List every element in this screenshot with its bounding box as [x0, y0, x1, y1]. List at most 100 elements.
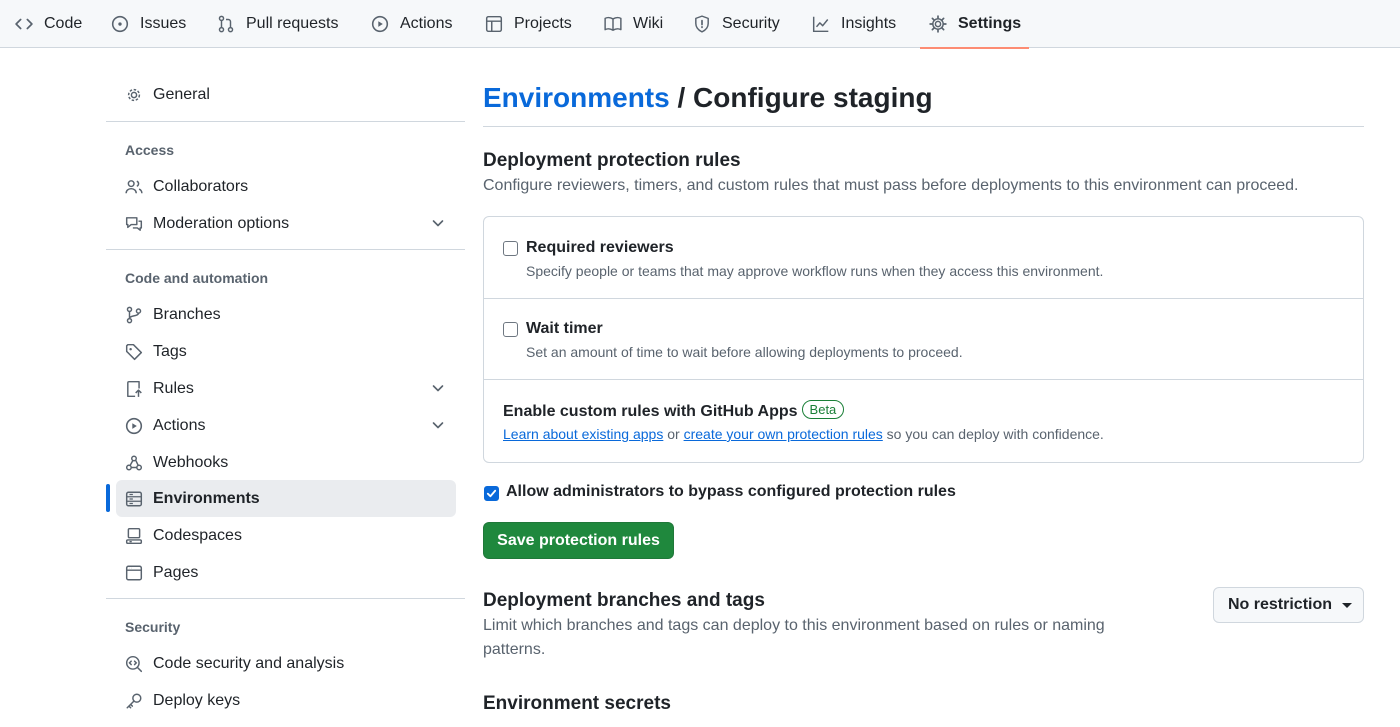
tab-wiki[interactable]: Wiki [603, 0, 663, 48]
tab-label: Actions [400, 15, 453, 32]
sidebar-item-deploy-keys[interactable]: Deploy keys [116, 682, 456, 719]
gear-icon [124, 85, 144, 105]
rule-description: Learn about existing apps or create your… [503, 426, 1104, 442]
tab-pull-requests[interactable]: Pull requests [216, 0, 339, 48]
create-protection-rules-link[interactable]: create your own protection rules [684, 426, 883, 442]
sidebar-item-actions[interactable]: Actions [116, 407, 456, 444]
comment-discussion-icon [124, 214, 144, 234]
sidebar-item-label: Webhooks [153, 453, 229, 471]
webhook-icon [124, 453, 144, 473]
key-icon [124, 691, 144, 711]
sidebar-item-label: Code security and analysis [153, 654, 345, 672]
beta-badge: Beta [801, 400, 845, 419]
tab-label: Code [44, 15, 83, 32]
tab-insights[interactable]: Insights [811, 0, 896, 48]
tab-actions[interactable]: Actions [370, 0, 452, 48]
description-suffix: so you can deploy with confidence. [882, 426, 1104, 442]
chevron-down-icon[interactable] [430, 417, 446, 433]
repo-tab-nav: Code Issues Pull requests Actions Projec… [0, 0, 1400, 49]
play-icon [370, 14, 390, 34]
rule-custom-github-apps: Enable custom rules with GitHub Apps Beta… [484, 380, 1363, 462]
protection-rules-description: Configure reviewers, timers, and custom … [483, 177, 1299, 194]
sidebar-item-branches[interactable]: Branches [116, 296, 456, 333]
graph-icon [811, 14, 831, 34]
sidebar-item-environments[interactable]: Environments [116, 480, 456, 517]
git-branch-icon [124, 305, 144, 325]
sidebar-item-tags[interactable]: Tags [116, 333, 456, 370]
tab-label: Settings [958, 15, 1022, 32]
server-icon [124, 489, 144, 509]
code-icon [14, 14, 34, 34]
deployment-branches-heading: Deployment branches and tags [483, 590, 765, 611]
sidebar-item-codespaces[interactable]: Codespaces [116, 517, 456, 554]
breadcrumb-environments-link[interactable]: Environments [483, 82, 670, 113]
tab-label: Pull requests [246, 15, 339, 32]
select-value: No restriction [1228, 596, 1333, 613]
caret-down-icon [1342, 602, 1353, 608]
codescan-icon [124, 654, 144, 674]
rule-title: Wait timer [526, 320, 603, 337]
tab-issues[interactable]: Issues [110, 0, 186, 48]
sidebar-item-label: Deploy keys [153, 691, 241, 709]
shield-icon [692, 14, 712, 34]
bypass-checkbox[interactable] [484, 486, 499, 501]
tab-label: Wiki [633, 15, 664, 32]
bypass-label[interactable]: Allow administrators to bypass configure… [506, 483, 956, 501]
protection-rules-box: Required reviewers Specify people or tea… [483, 216, 1364, 463]
tab-settings[interactable]: Settings [919, 0, 1030, 49]
page-title: Environments / Configure staging [483, 82, 933, 114]
tab-label: Security [722, 15, 780, 32]
chevron-down-icon[interactable] [430, 215, 446, 231]
table-icon [484, 14, 504, 34]
sidebar-item-label: Branches [153, 305, 221, 323]
custom-rules-title: Enable custom rules with GitHub Apps [503, 403, 798, 420]
gear-icon [928, 14, 948, 34]
tab-label: Insights [841, 15, 897, 32]
selected-indicator [106, 484, 110, 512]
sidebar-item-label: Tags [153, 342, 187, 360]
rule-title: Enable custom rules with GitHub Apps Beta [503, 400, 845, 421]
environment-secrets-heading: Environment secrets [483, 693, 671, 714]
sidebar-item-webhooks[interactable]: Webhooks [116, 444, 456, 481]
repo-push-icon [124, 379, 144, 399]
rule-description: Set an amount of time to wait before all… [526, 344, 963, 360]
tab-code[interactable]: Code [14, 0, 82, 48]
sidebar-item-pages[interactable]: Pages [116, 554, 456, 591]
protection-rules-heading: Deployment protection rules [483, 150, 741, 171]
rule-required-reviewers: Required reviewers Specify people or tea… [484, 217, 1363, 298]
environment-title: Configure staging [693, 82, 933, 113]
codespaces-icon [124, 526, 144, 546]
sidebar-item-label: Pages [153, 563, 199, 581]
sidebar-item-label: Actions [153, 416, 206, 434]
checkmark-icon [486, 489, 497, 498]
required-reviewers-checkbox[interactable] [503, 241, 518, 256]
save-protection-rules-button[interactable]: Save protection rules [483, 522, 674, 559]
or-text: or [663, 426, 684, 442]
chevron-down-icon[interactable] [430, 380, 446, 396]
sidebar-item-rules[interactable]: Rules [116, 370, 456, 407]
rule-description: Specify people or teams that may approve… [526, 263, 1104, 279]
sidebar-item-moderation-options[interactable]: Moderation options [116, 205, 456, 242]
wait-timer-checkbox[interactable] [503, 322, 518, 337]
sidebar-divider [106, 121, 465, 122]
sidebar-item-label: Moderation options [153, 214, 290, 232]
tab-label: Issues [140, 15, 187, 32]
sidebar-item-label: Rules [153, 379, 194, 397]
sidebar-heading-access: Access [125, 142, 175, 158]
book-icon [603, 14, 623, 34]
deployment-branches-description: Limit which branches and tags can deploy… [483, 617, 1105, 658]
git-pull-request-icon [216, 14, 236, 34]
sidebar-item-label: Environments [153, 489, 260, 507]
rule-wait-timer: Wait timer Set an amount of time to wait… [484, 299, 1363, 379]
tab-projects[interactable]: Projects [484, 0, 572, 48]
tag-icon [124, 342, 144, 362]
issue-opened-icon [110, 14, 130, 34]
sidebar-item-general[interactable]: General [116, 76, 456, 113]
deployment-branch-policy-select[interactable]: No restriction [1213, 587, 1364, 623]
learn-existing-apps-link[interactable]: Learn about existing apps [503, 426, 663, 442]
rule-title: Required reviewers [526, 239, 674, 256]
sidebar-item-code-security-and-analysis[interactable]: Code security and analysis [116, 645, 456, 682]
tab-security[interactable]: Security [692, 0, 780, 48]
sidebar-item-collaborators[interactable]: Collaborators [116, 168, 456, 205]
sidebar-divider [106, 249, 465, 250]
